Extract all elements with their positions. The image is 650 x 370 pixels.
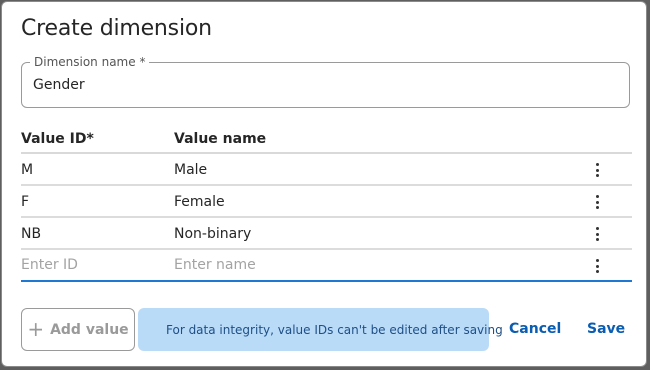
notice-text: For data integrity, value IDs can't be e…: [166, 322, 503, 337]
more-options-icon[interactable]: [592, 161, 602, 179]
value-name-header: Value name: [174, 131, 267, 147]
value-name-cell[interactable]: Male: [174, 162, 207, 178]
table-row: F Female: [21, 186, 632, 218]
dialog-title: Create dimension: [21, 16, 212, 41]
table-row: NB Non-binary: [21, 218, 632, 250]
dimension-name-label: Dimension name *: [30, 55, 150, 69]
more-options-icon[interactable]: [592, 257, 602, 275]
cancel-button[interactable]: Cancel: [509, 321, 561, 337]
value-id-cell[interactable]: M: [21, 162, 33, 178]
value-name-input[interactable]: [174, 257, 314, 273]
create-dimension-dialog: Create dimension Dimension name * Value …: [1, 1, 647, 367]
more-options-icon[interactable]: [592, 193, 602, 211]
value-id-input[interactable]: [21, 257, 161, 273]
add-value-label: Add value: [50, 321, 129, 338]
table-row: M Male: [21, 154, 632, 186]
save-button[interactable]: Save: [587, 321, 625, 337]
more-options-icon[interactable]: [592, 225, 602, 243]
value-name-cell[interactable]: Non-binary: [174, 226, 251, 242]
value-name-cell[interactable]: Female: [174, 194, 225, 210]
dimension-name-field[interactable]: Dimension name *: [21, 55, 630, 108]
info-notice: For data integrity, value IDs can't be e…: [138, 308, 503, 351]
value-id-cell[interactable]: F: [21, 194, 29, 210]
value-id-header: Value ID*: [21, 131, 94, 147]
value-id-cell[interactable]: NB: [21, 226, 41, 242]
table-header: Value ID* Value name: [21, 122, 632, 154]
dimension-name-input[interactable]: [33, 77, 613, 93]
new-value-row: [21, 250, 632, 282]
plus-icon: +: [27, 316, 45, 341]
values-table: Value ID* Value name M Male F Female NB …: [21, 122, 632, 282]
add-value-button[interactable]: + Add value: [21, 308, 135, 351]
